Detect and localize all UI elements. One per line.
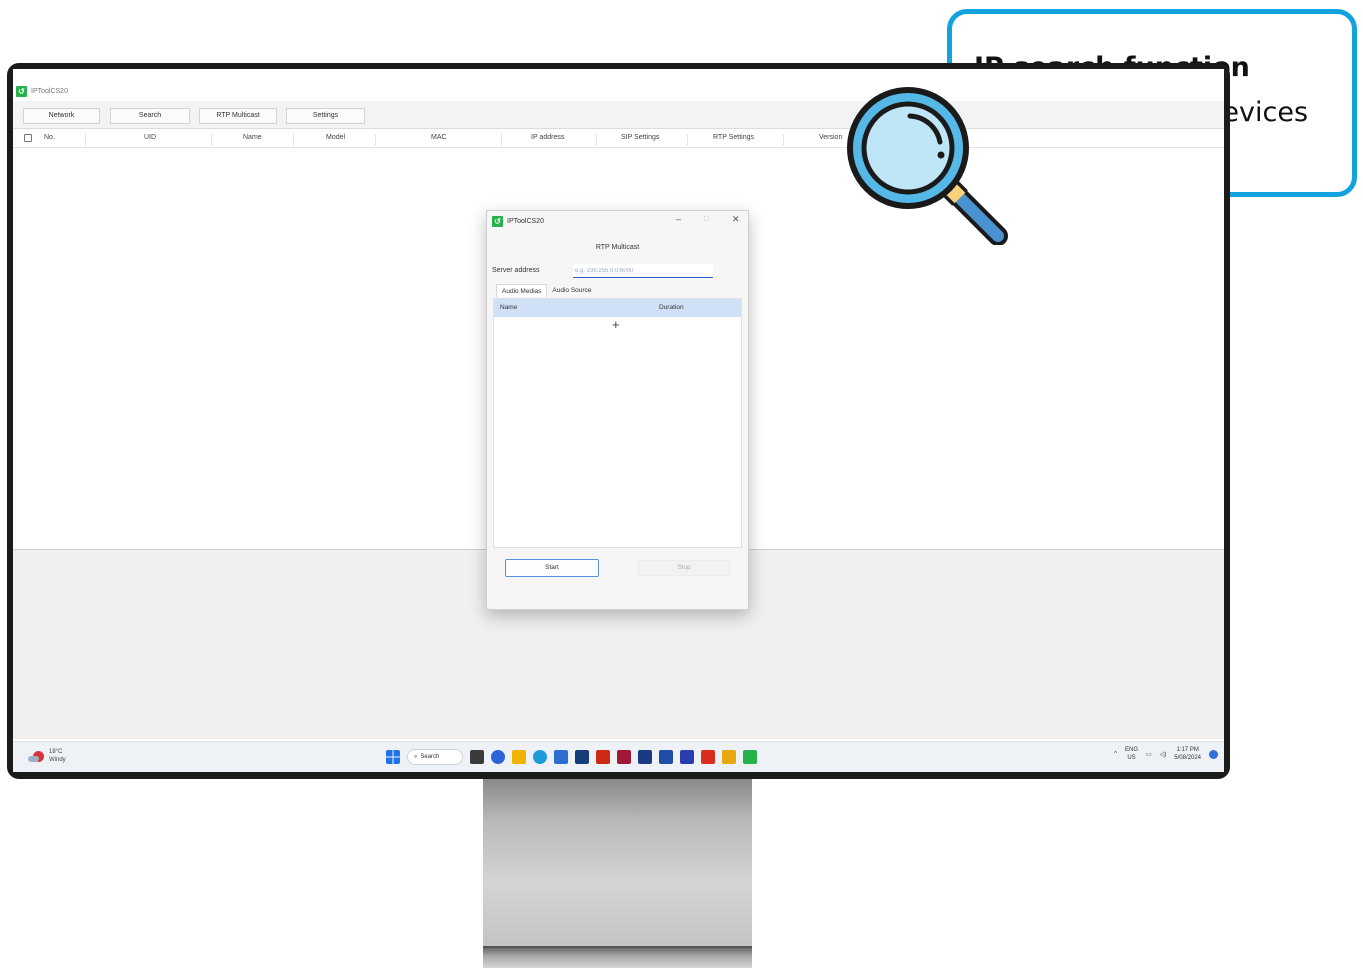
audio-media-table: Name Duration +	[493, 298, 742, 548]
maximize-button[interactable]: □	[704, 214, 709, 223]
windows-start-icon[interactable]	[386, 750, 400, 764]
app-titlebar: ↺ IPToolCS20	[13, 83, 68, 99]
server-address-label: Server address	[492, 267, 540, 274]
weather-condition: Windy	[49, 757, 66, 763]
network-button[interactable]: Network	[23, 108, 100, 124]
taskbar-app-icon[interactable]	[533, 750, 547, 764]
clock-date: 5/08/2024	[1174, 755, 1201, 761]
add-media-button[interactable]: +	[612, 318, 620, 332]
taskbar-app-icon[interactable]	[554, 750, 568, 764]
notification-icon[interactable]	[1209, 749, 1218, 759]
app-title: IPToolCS20	[31, 87, 68, 95]
app-logo-icon: ↺	[16, 85, 27, 97]
col-mac[interactable]: MAC	[431, 134, 447, 141]
column-divider	[501, 134, 502, 146]
close-button[interactable]: ✕	[732, 214, 740, 225]
col-model[interactable]: Model	[326, 134, 345, 141]
dialog-heading: RTP Multicast	[595, 244, 640, 251]
monitor-stand-base	[483, 946, 752, 968]
taskbar-app-icon[interactable]	[638, 750, 652, 764]
windows-taskbar: 18°C Windy ⌕ Search ^ ENG US ▭ ◁) 1:17 P…	[13, 741, 1224, 772]
device-table-header: No. UID Name Model MAC IP address SIP Se…	[13, 132, 1224, 148]
taskbar-app-icon[interactable]	[659, 750, 673, 764]
stage: IP search function Connecting your devic…	[0, 0, 1363, 970]
stop-button[interactable]: Stop	[638, 560, 730, 576]
app-logo-icon: ↺	[492, 215, 503, 227]
taskbar-app-icon[interactable]	[575, 750, 589, 764]
taskbar-app-icon[interactable]	[491, 750, 505, 764]
taskbar-app-icon[interactable]	[512, 750, 526, 764]
monitor-stand	[483, 779, 752, 949]
column-divider	[85, 134, 86, 146]
taskbar-search-label: Search	[420, 754, 440, 760]
minimize-button[interactable]: –	[676, 214, 681, 224]
taskbar-search[interactable]: ⌕ Search	[407, 749, 463, 765]
select-all-checkbox[interactable]	[24, 134, 32, 142]
tab-audio-source[interactable]: Audio Source	[547, 284, 596, 297]
col-rtp-settings[interactable]: RTP Settings	[713, 134, 754, 141]
taskbar-app-icon[interactable]	[722, 750, 736, 764]
clock-time: 1:17 PM	[1176, 747, 1199, 753]
media-table-header: Name Duration	[494, 299, 741, 317]
weather-temp: 18°C	[49, 749, 63, 755]
dialog-tabs: Audio Medias Audio Source	[496, 284, 596, 297]
language-indicator[interactable]: ENG US	[1125, 746, 1138, 762]
col-media-name[interactable]: Name	[500, 304, 517, 311]
taskbar-app-icon[interactable]	[701, 750, 715, 764]
taskbar-app-icon[interactable]	[470, 750, 484, 764]
settings-button[interactable]: Settings	[286, 108, 365, 124]
weather-icon	[28, 750, 44, 762]
column-divider	[687, 134, 688, 146]
taskbar-apps: ⌕ Search	[386, 749, 757, 765]
col-sip-settings[interactable]: SIP Settings	[621, 134, 659, 141]
magnifying-glass-icon	[847, 87, 1008, 245]
chevron-up-icon[interactable]: ^	[1114, 751, 1117, 757]
network-icon[interactable]: ▭	[1146, 751, 1152, 758]
column-divider	[211, 134, 212, 146]
start-button[interactable]: Start	[505, 559, 599, 577]
col-no[interactable]: No.	[44, 134, 55, 141]
language-region: US	[1127, 755, 1136, 761]
volume-icon[interactable]: ◁)	[1160, 751, 1167, 758]
screen: ↺ IPToolCS20 Network Search RTP Multicas…	[13, 69, 1224, 772]
search-button[interactable]: Search	[110, 108, 190, 124]
tab-audio-medias[interactable]: Audio Medias	[496, 284, 548, 297]
taskbar-app-icon[interactable]	[617, 750, 631, 764]
rtp-multicast-button[interactable]: RTP Multicast	[199, 108, 277, 124]
column-divider	[375, 134, 376, 146]
column-divider	[596, 134, 597, 146]
server-address-input[interactable]	[573, 264, 713, 278]
rtp-multicast-dialog: ↺ IPToolCS20 – □ ✕ RTP Multicast Server …	[486, 210, 749, 610]
weather-widget[interactable]: 18°C Windy	[28, 748, 66, 764]
app-toolbar: Network Search RTP Multicast Settings	[13, 101, 1224, 129]
column-divider	[293, 134, 294, 146]
clock[interactable]: 1:17 PM 5/08/2024	[1174, 746, 1201, 762]
taskbar-app-icon[interactable]	[680, 750, 694, 764]
col-name[interactable]: Name	[243, 134, 262, 141]
system-tray: ^ ENG US ▭ ◁) 1:17 PM 5/08/2024	[1114, 746, 1218, 762]
col-uid[interactable]: UID	[144, 134, 156, 141]
col-media-duration[interactable]: Duration	[659, 304, 684, 311]
dialog-title: IPToolCS20	[507, 217, 544, 225]
language-code: ENG	[1124, 747, 1138, 753]
search-icon: ⌕	[414, 753, 418, 760]
col-ip-address[interactable]: IP address	[531, 134, 564, 141]
column-divider	[783, 134, 784, 146]
taskbar-app-icon[interactable]	[596, 750, 610, 764]
taskbar-app-icon[interactable]	[743, 750, 757, 764]
weather-text: 18°C Windy	[49, 748, 66, 764]
